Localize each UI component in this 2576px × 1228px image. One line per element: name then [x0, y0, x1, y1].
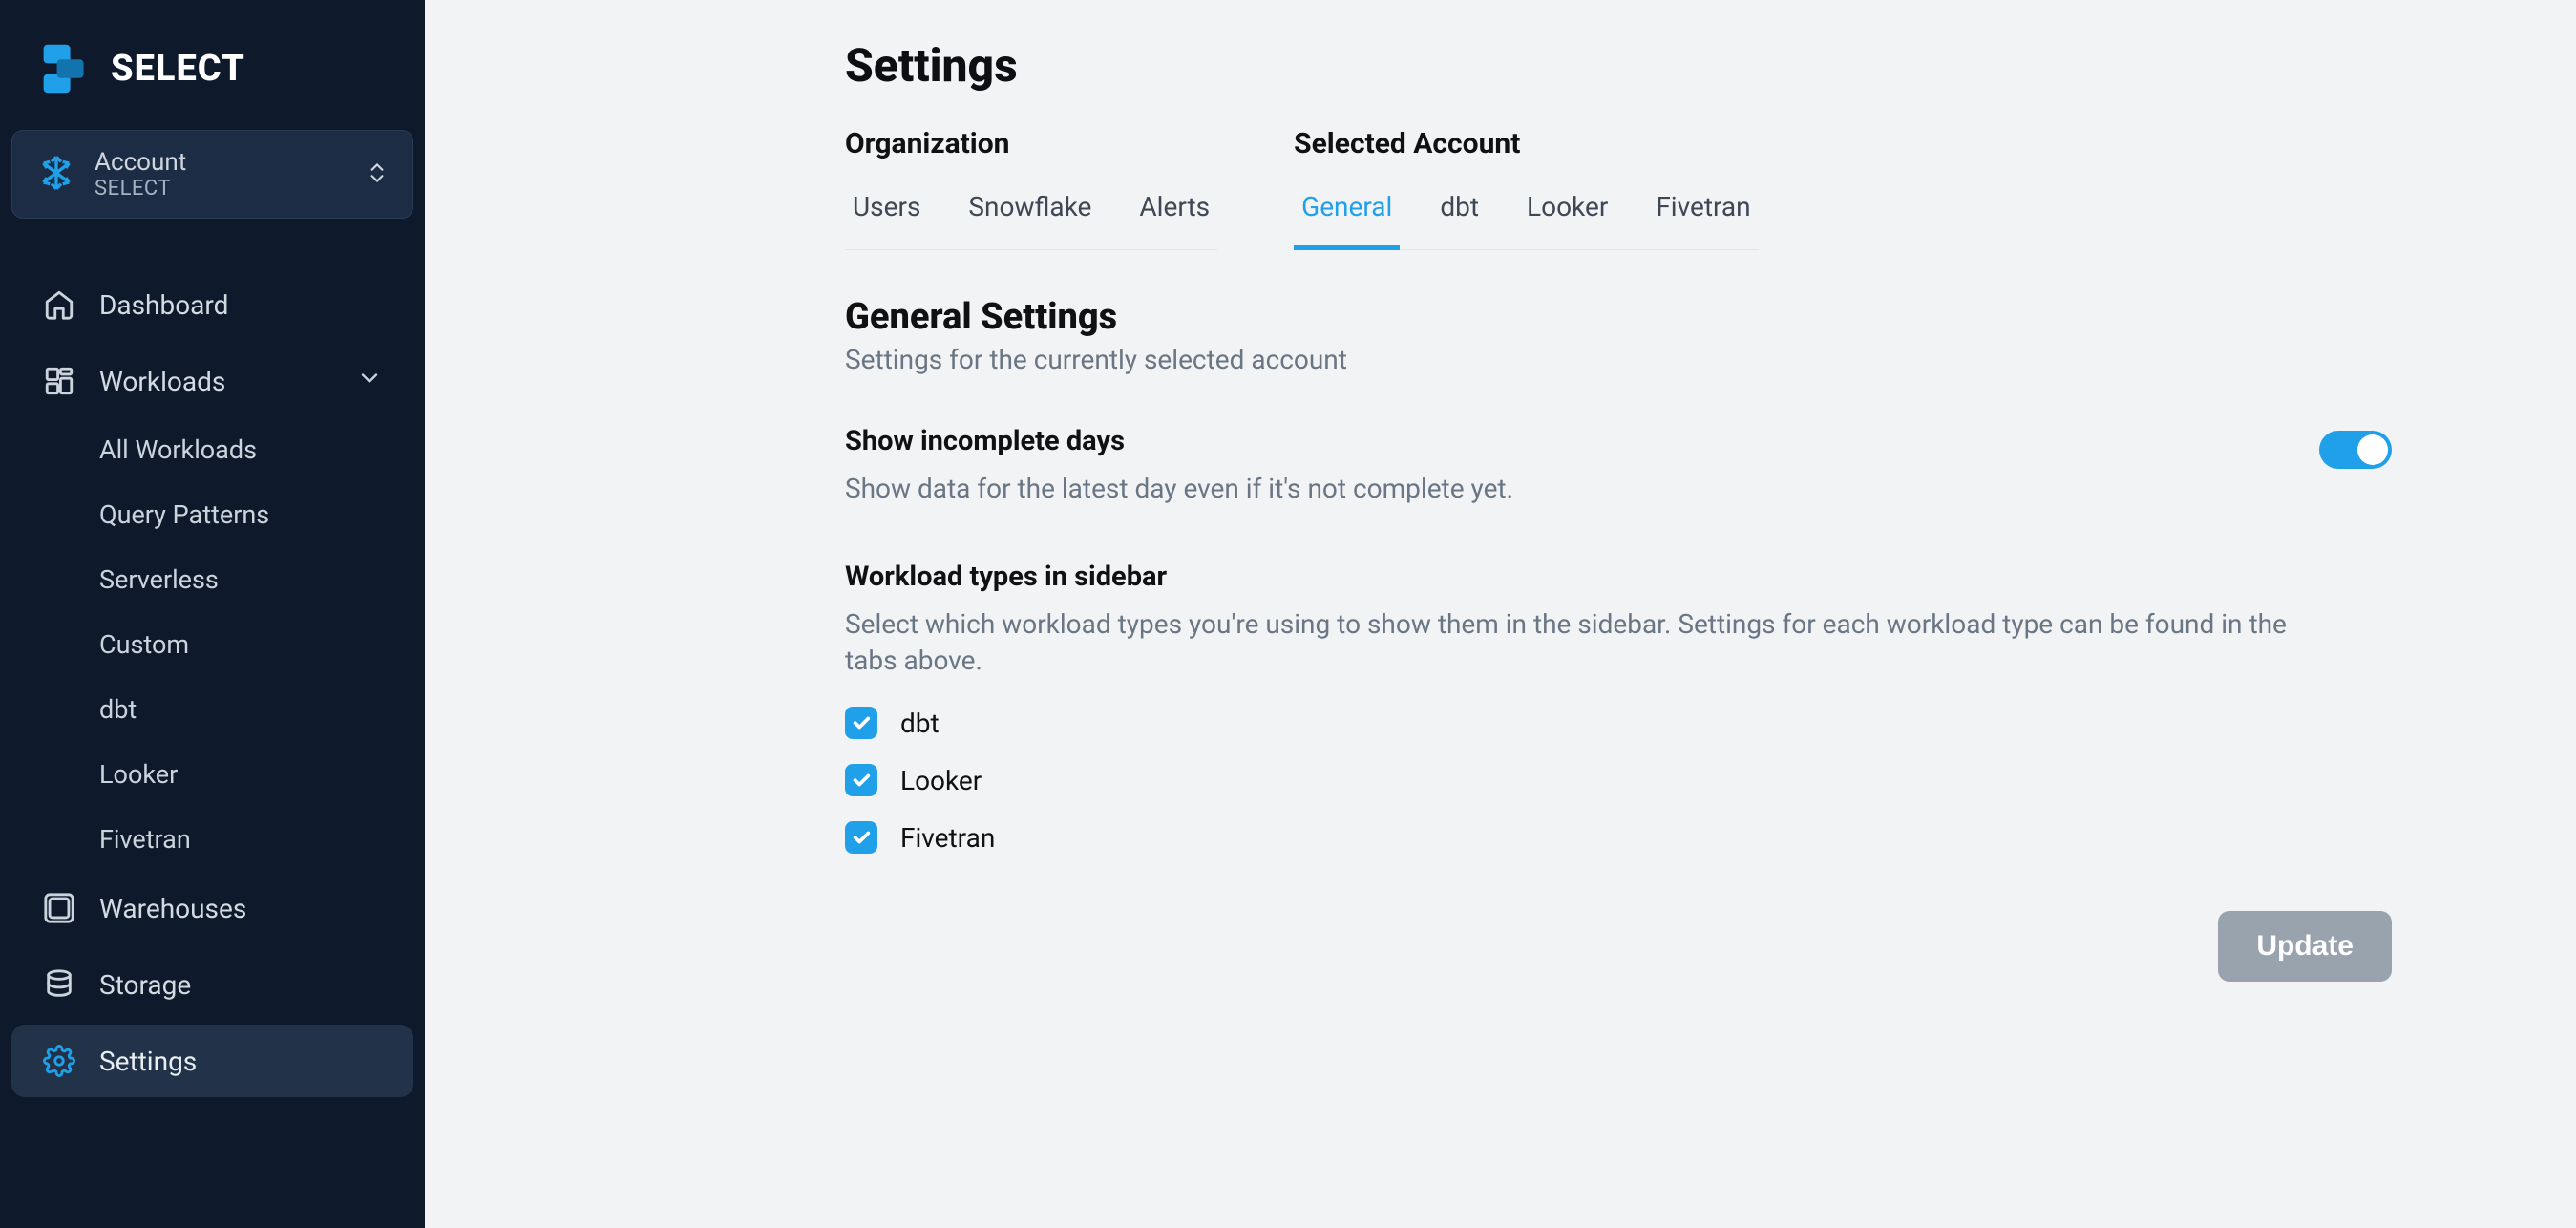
checkbox-row-looker: Looker [845, 764, 2392, 796]
checkbox-label-fivetran: Fivetran [900, 822, 995, 854]
setting-show-incomplete-days: Show incomplete days Show data for the l… [845, 425, 2392, 507]
sidebar-item-label: Settings [99, 1046, 197, 1077]
checkbox-row-fivetran: Fivetran [845, 821, 2392, 854]
sidebar-subitem-custom[interactable]: Custom [46, 616, 413, 673]
setting-workload-types: Workload types in sidebar Select which w… [845, 561, 2392, 855]
tab-group-organization-label: Organization [845, 127, 1217, 160]
tab-snowflake[interactable]: Snowflake [961, 181, 1099, 250]
sidebar-item-settings[interactable]: Settings [11, 1025, 413, 1097]
setting-show-incomplete-days-desc: Show data for the latest day even if it'… [845, 471, 1513, 507]
sidebar-workloads-subitems: All Workloads Query Patterns Serverless … [11, 421, 413, 868]
update-row: Update [845, 911, 2392, 982]
sidebar-subitem-query-patterns[interactable]: Query Patterns [46, 486, 413, 543]
tab-users[interactable]: Users [845, 181, 928, 250]
home-icon [42, 287, 76, 322]
brand-name: SELECT [111, 48, 245, 90]
gear-icon [42, 1044, 76, 1078]
checkbox-fivetran[interactable] [845, 821, 877, 854]
storage-icon [42, 967, 76, 1002]
checkbox-row-dbt: dbt [845, 707, 2392, 739]
tab-group-selected-account-label: Selected Account [1294, 127, 1759, 160]
sidebar-subitem-looker[interactable]: Looker [46, 746, 413, 803]
sidebar-subitem-dbt[interactable]: dbt [46, 681, 413, 738]
sidebar-item-label: Workloads [99, 366, 225, 397]
tab-groups: Organization Users Snowflake Alerts Sele… [845, 127, 2392, 250]
sidebar-item-dashboard[interactable]: Dashboard [11, 268, 413, 341]
sidebar-item-label: Warehouses [99, 893, 246, 924]
sidebar-subitem-serverless[interactable]: Serverless [46, 551, 413, 608]
chevron-updown-icon [365, 160, 390, 189]
toggle-show-incomplete-days[interactable] [2319, 431, 2392, 469]
setting-workload-types-label: Workload types in sidebar [845, 561, 2392, 593]
nav: Dashboard Workloads All Workloads Query … [0, 268, 425, 1097]
warehouse-icon [42, 891, 76, 925]
checkbox-label-dbt: dbt [900, 708, 940, 739]
sidebar-item-storage[interactable]: Storage [11, 948, 413, 1021]
tab-dbt[interactable]: dbt [1432, 181, 1487, 250]
chevron-down-icon [356, 365, 383, 398]
snowflake-icon [37, 154, 75, 196]
sidebar-subitem-fivetran[interactable]: Fivetran [46, 811, 413, 868]
update-button[interactable]: Update [2218, 911, 2392, 982]
brand[interactable]: SELECT [0, 31, 425, 118]
account-switcher-text: Account SELECT [95, 148, 186, 201]
section-heading: General Settings [845, 296, 2392, 338]
account-switcher[interactable]: Account SELECT [11, 130, 413, 219]
checkbox-looker[interactable] [845, 764, 877, 796]
tab-alerts[interactable]: Alerts [1131, 181, 1217, 250]
sidebar-item-warehouses[interactable]: Warehouses [11, 872, 413, 944]
account-switcher-label: Account [95, 148, 186, 177]
sidebar-item-label: Storage [99, 969, 191, 1001]
page-title: Settings [845, 38, 2392, 93]
workloads-icon [42, 364, 76, 398]
sidebar-subitem-all-workloads[interactable]: All Workloads [46, 421, 413, 478]
sidebar: SELECT Account SELECT Dashboard [0, 0, 425, 1228]
tab-group-organization: Organization Users Snowflake Alerts [845, 127, 1217, 250]
main-content: Settings Organization Users Snowflake Al… [425, 0, 2576, 1228]
tab-fivetran[interactable]: Fivetran [1648, 181, 1758, 250]
setting-workload-types-desc: Select which workload types you're using… [845, 606, 2296, 679]
checkbox-dbt[interactable] [845, 707, 877, 739]
brand-logo-icon [38, 42, 92, 95]
tab-general[interactable]: General [1294, 181, 1400, 250]
account-switcher-name: SELECT [95, 177, 186, 201]
tab-looker[interactable]: Looker [1519, 181, 1615, 250]
checkbox-label-looker: Looker [900, 765, 982, 796]
toggle-knob [2357, 434, 2388, 465]
sidebar-item-workloads[interactable]: Workloads [11, 345, 413, 417]
workload-types-checkbox-list: dbt Looker Fivetran [845, 707, 2392, 854]
section-subtext: Settings for the currently selected acco… [845, 344, 2392, 375]
setting-show-incomplete-days-label: Show incomplete days [845, 425, 1513, 457]
sidebar-item-label: Dashboard [99, 289, 228, 321]
tab-group-selected-account: Selected Account General dbt Looker Five… [1294, 127, 1759, 250]
